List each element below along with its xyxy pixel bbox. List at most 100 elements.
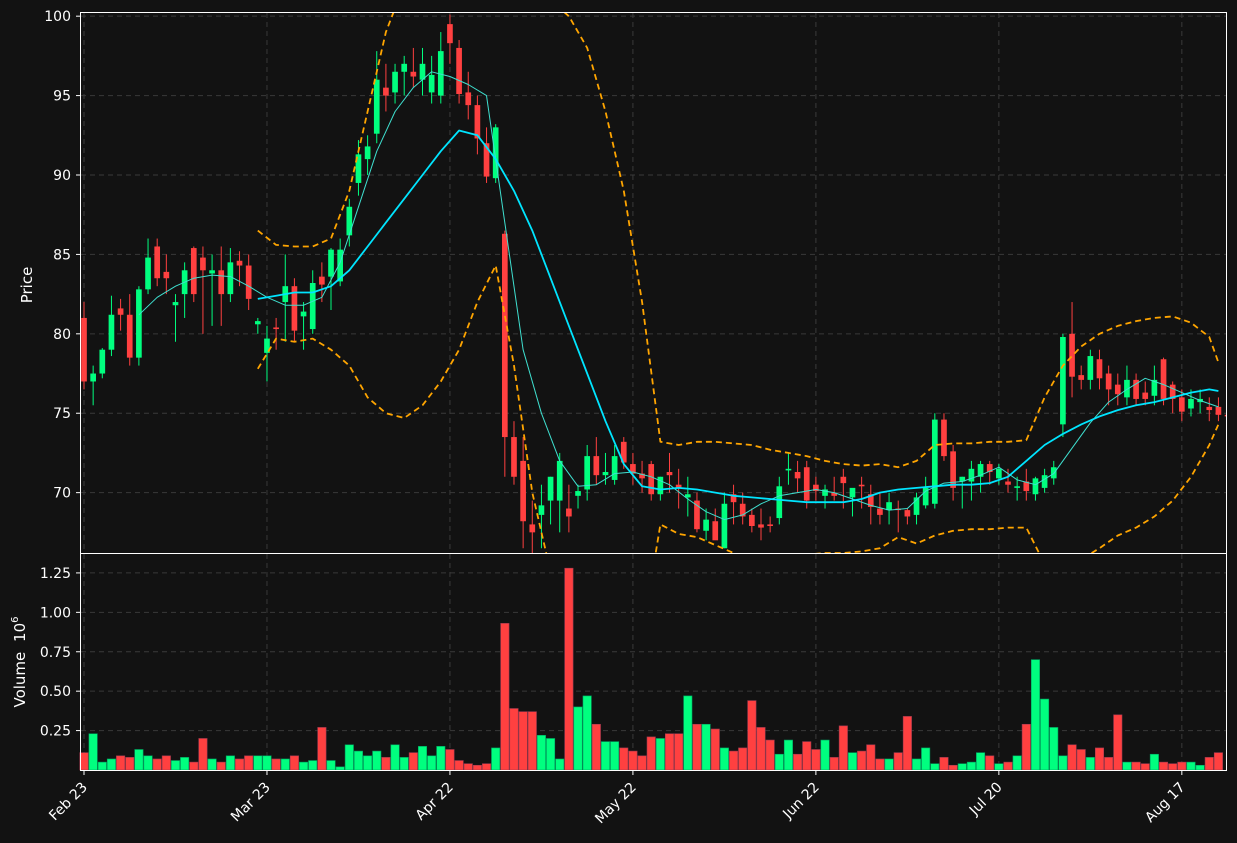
volume-bar-up	[1058, 755, 1068, 771]
candle-body-up	[703, 519, 709, 531]
candle-body-down	[200, 257, 206, 271]
candle-body-down	[190, 248, 197, 295]
candle-body-down	[648, 464, 655, 495]
volume-bar-down	[665, 733, 675, 771]
volume-bar-up	[1149, 753, 1159, 771]
volume-bar-down	[216, 761, 226, 771]
volume-bar-up	[299, 761, 309, 771]
candle-body-down	[511, 437, 517, 477]
candle-body-up	[1041, 475, 1048, 488]
volume-bar-up	[582, 695, 592, 771]
volume-bar-down	[518, 711, 528, 771]
volume-bar-up	[170, 760, 180, 771]
candle-body-down	[1005, 481, 1011, 485]
candle-body-up	[108, 314, 115, 350]
volume-bar-down	[500, 623, 510, 771]
candle-body-up	[300, 311, 307, 317]
volume-bar-up	[573, 706, 583, 771]
volume-bar-up	[88, 733, 98, 771]
candle-body-down	[803, 467, 810, 501]
volume-bar-up	[1122, 761, 1132, 771]
volume-bar-up	[335, 766, 345, 771]
volume-bar-up	[683, 695, 693, 771]
volume-bar-down	[1094, 747, 1105, 771]
volume-bar-down	[948, 764, 958, 771]
candle-body-up	[401, 63, 408, 72]
candle-body-down	[319, 276, 325, 285]
volume-bar-down	[445, 749, 455, 771]
volume-bar-up	[536, 735, 546, 771]
candle-body-down	[236, 260, 243, 266]
candle-body-down	[904, 510, 911, 517]
volume-bar-down	[729, 750, 739, 771]
volume-bar-up	[930, 763, 940, 771]
candle-body-up	[428, 74, 435, 93]
candle-body-down	[218, 270, 225, 295]
candle-body-up	[1188, 398, 1194, 409]
volume-bar-down	[893, 752, 903, 771]
candle-body-down	[1215, 406, 1222, 415]
candle-body-down	[593, 456, 600, 476]
candle-body-up	[392, 71, 398, 93]
candle-body-up	[145, 257, 151, 290]
volume-axis-label-text: Volume	[11, 652, 29, 708]
volume-bar-down	[875, 758, 885, 771]
candle-body-up	[209, 270, 215, 274]
volume-bar-up	[363, 755, 373, 771]
candle-body-up	[1014, 486, 1020, 488]
candle-body-up	[575, 491, 581, 496]
volume-axis-exponent: 6	[10, 616, 21, 622]
candle-body-up	[1087, 356, 1094, 380]
candle-body-up	[1060, 337, 1066, 425]
volume-bar-up	[1195, 764, 1205, 771]
price-tick-label: 80	[53, 327, 71, 343]
volume-bar-up	[600, 741, 610, 771]
candle-body-down	[1105, 373, 1112, 390]
volume-bar-down	[628, 750, 638, 771]
candle-body-up	[373, 79, 380, 134]
volume-bar-down	[985, 755, 995, 771]
candle-body-down	[410, 71, 417, 77]
candle-body-down	[126, 314, 133, 358]
candle-body-down	[1178, 397, 1185, 412]
candle-body-up	[227, 262, 234, 295]
candle-body-up	[172, 302, 179, 306]
volume-bar-up	[847, 752, 857, 771]
volume-bar-up	[976, 752, 986, 771]
candle-body-up	[785, 468, 792, 471]
volume-bar-down	[829, 757, 839, 771]
candle-body-up	[584, 456, 591, 490]
candle-body-down	[1078, 375, 1085, 380]
volume-bar-down	[235, 758, 245, 771]
volume-bar-down	[1213, 752, 1223, 771]
candle-body-up	[309, 283, 316, 330]
volume-bar-down	[271, 758, 281, 771]
candle-body-up	[996, 468, 1002, 479]
volume-bar-down	[198, 738, 208, 771]
volume-bar-down	[317, 727, 327, 771]
candle-body-down	[941, 419, 947, 457]
volume-tick-label: 0.75	[40, 645, 71, 661]
volume-bar-down	[79, 752, 89, 771]
candle-body-down	[1206, 406, 1213, 411]
volume-bar-down	[454, 760, 464, 771]
volume-bar-down	[939, 757, 949, 771]
volume-bar-up	[1030, 659, 1040, 771]
volume-bar-up	[921, 747, 931, 771]
price-tick-label: 100	[44, 9, 71, 25]
candle-body-down	[520, 460, 526, 522]
volume-bar-up	[390, 744, 400, 771]
volume-bar-up	[491, 747, 501, 771]
price-axis-label: Price	[18, 267, 36, 304]
candle-body-down	[501, 233, 508, 438]
candle-body-down	[81, 317, 87, 382]
volume-bar-down	[1140, 763, 1150, 771]
volume-bar-down	[765, 739, 775, 771]
candle-body-down	[474, 105, 481, 139]
volume-bar-down	[152, 758, 162, 771]
volume-bar-up	[1040, 698, 1050, 771]
volume-bar-down	[116, 755, 126, 771]
candle-body-up	[611, 456, 618, 480]
volume-bar-down	[637, 755, 647, 771]
candle-body-down	[465, 92, 472, 106]
